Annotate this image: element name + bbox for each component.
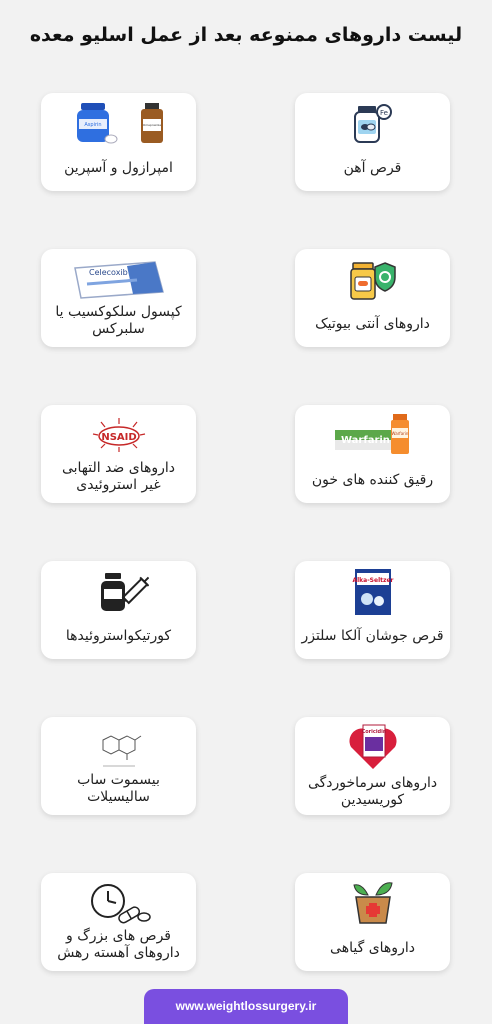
- card-label: قرص های بزرگ و داروهای آهسته رهش: [57, 928, 180, 961]
- svg-text:Alka-Seltzer: Alka-Seltzer: [352, 577, 393, 584]
- card-label: کورتیکواستروئیدها: [65, 627, 172, 644]
- vial-syringe-icon: [41, 567, 196, 617]
- card-celecoxib[interactable]: Celecoxib کپسول سلکوکسیب یا سلبرکس: [41, 249, 196, 347]
- card-label: رقیق کننده های خون: [311, 471, 434, 488]
- card-label: بیسموت ساب سالیسیلات: [77, 772, 160, 805]
- svg-text:Warfarin: Warfarin: [391, 431, 408, 436]
- svg-text:Coricidin: Coricidin: [361, 729, 386, 735]
- herbal-mortar-icon: [295, 879, 450, 929]
- card-label: داروهای ضد التهابی غیر استروئیدی: [61, 460, 176, 493]
- iron-pill-bottle-icon: Fe: [295, 99, 450, 149]
- card-blood-thinners[interactable]: Warfarin Warfarin رقیق کننده های خون: [295, 405, 450, 503]
- card-label: قرص آهن: [343, 159, 402, 176]
- warfarin-icon: Warfarin Warfarin: [295, 411, 450, 461]
- card-label: امپرازول و آسپرین: [64, 159, 173, 176]
- celecoxib-box-icon: Celecoxib: [41, 257, 196, 303]
- page-title: لیست داروهای ممنوعه بعد از عمل اسلیو معد…: [29, 24, 463, 46]
- svg-text:Warfarin: Warfarin: [341, 435, 390, 446]
- card-label: کپسول سلکوکسیب یا سلبرکس: [55, 304, 182, 337]
- card-iron-pills[interactable]: Fe قرص آهن: [295, 93, 450, 191]
- card-antibiotics[interactable]: داروهای آنتی بیوتیک: [295, 249, 450, 347]
- website-url[interactable]: www.weightlossurgery.ir: [144, 989, 348, 1024]
- card-coricidin[interactable]: Coricidin داروهای سرماخوردگی کوریسیدین: [295, 717, 450, 815]
- coricidin-icon: Coricidin: [295, 723, 450, 773]
- card-label: قرص جوشان آلکا سلتزر: [301, 627, 444, 644]
- card-label: داروهای آنتی بیوتیک: [315, 315, 430, 332]
- clock-pills-icon: [41, 881, 196, 927]
- medicine-bottles-icon: Aspirin Omeprazole: [41, 99, 196, 149]
- card-label: داروهای سرماخوردگی کوریسیدین: [307, 775, 438, 808]
- card-bismuth[interactable]: بیسموت ساب سالیسیلات: [41, 717, 196, 815]
- nsaid-icon: NSAID: [41, 413, 196, 459]
- antibiotic-icon: [295, 255, 450, 305]
- svg-text:NSAID: NSAID: [101, 432, 136, 443]
- card-omeprazole-aspirin[interactable]: Aspirin Omeprazole امپرازول و آسپرین: [41, 93, 196, 191]
- svg-text:Omeprazole: Omeprazole: [142, 123, 160, 127]
- card-corticosteroids[interactable]: کورتیکواستروئیدها: [41, 561, 196, 659]
- alka-seltzer-icon: Alka-Seltzer: [295, 567, 450, 617]
- card-nsaids[interactable]: NSAID داروهای ضد التهابی غیر استروئیدی: [41, 405, 196, 503]
- card-label: داروهای گیاهی: [330, 939, 415, 956]
- card-large-pills[interactable]: قرص های بزرگ و داروهای آهسته رهش: [41, 873, 196, 971]
- svg-text:Celecoxib: Celecoxib: [89, 268, 128, 277]
- svg-text:Fe: Fe: [380, 109, 388, 117]
- card-herbal[interactable]: داروهای گیاهی: [295, 873, 450, 971]
- chemical-structure-icon: [41, 725, 196, 771]
- svg-text:Aspirin: Aspirin: [84, 122, 101, 128]
- card-alka-seltzer[interactable]: Alka-Seltzer قرص جوشان آلکا سلتزر: [295, 561, 450, 659]
